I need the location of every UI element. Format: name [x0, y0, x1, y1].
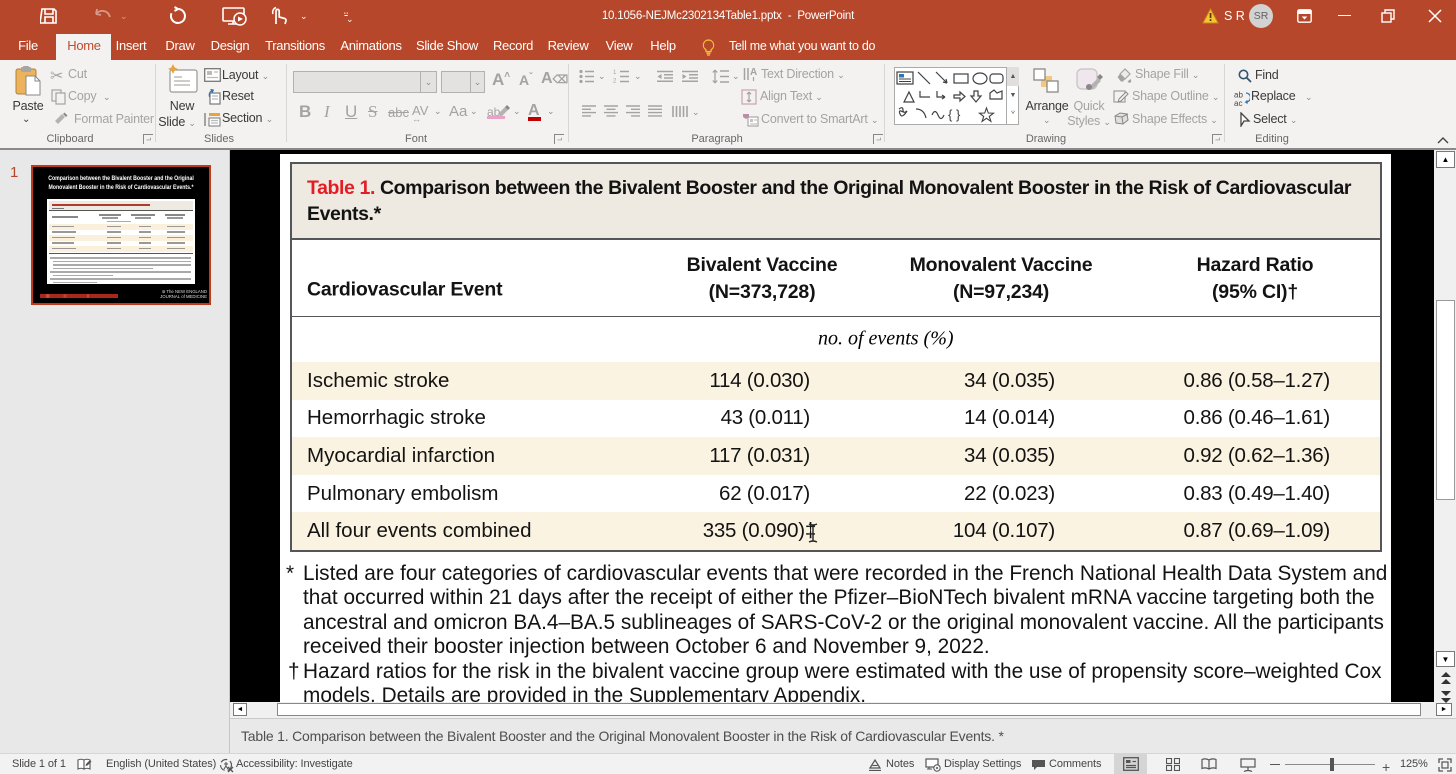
svg-text:2: 2 — [613, 79, 617, 84]
svg-text:A: A — [750, 67, 757, 78]
svg-text:{ }: { } — [948, 107, 961, 122]
svg-text:1: 1 — [613, 70, 617, 76]
svg-text:ac: ac — [1234, 99, 1242, 106]
